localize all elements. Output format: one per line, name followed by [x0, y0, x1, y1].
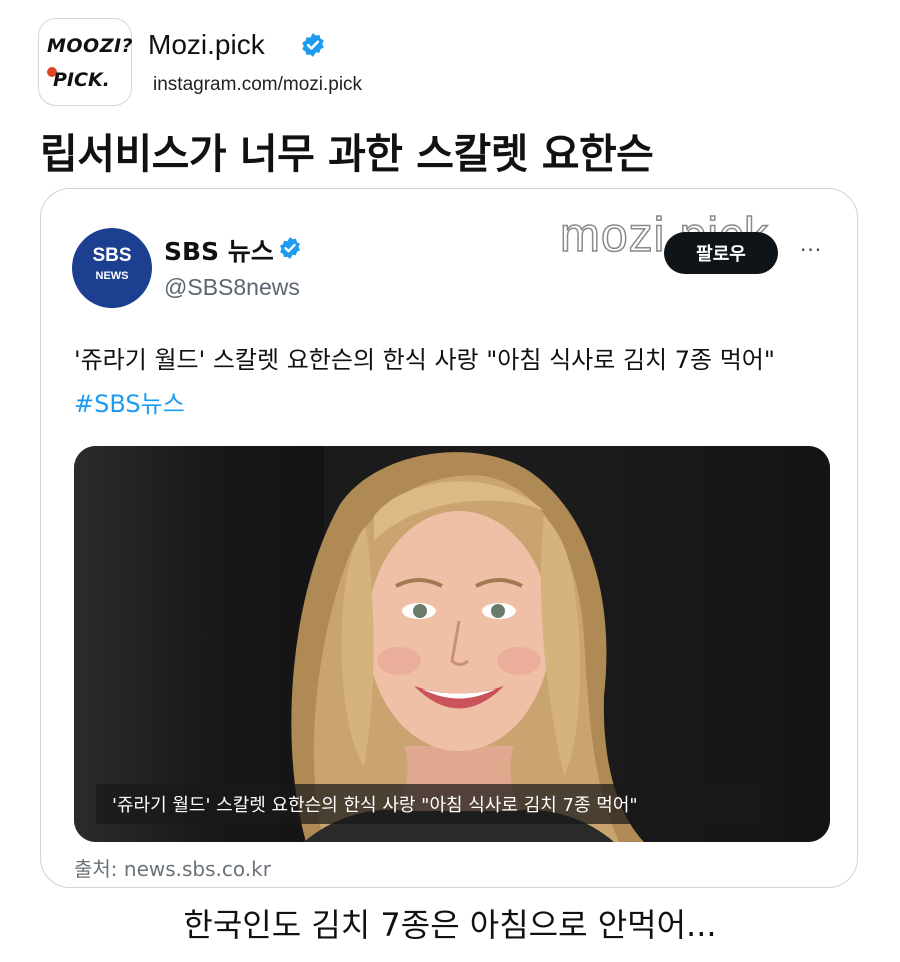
verified-badge-icon [280, 237, 300, 259]
tweet-author-handle[interactable]: @SBS8news [164, 274, 300, 301]
logo-text-bottom: PICK. [53, 69, 110, 91]
more-options-icon[interactable]: ··· [800, 238, 822, 262]
verified-badge-icon [302, 33, 324, 57]
portrait-illustration [291, 452, 644, 842]
account-url[interactable]: instagram.com/mozi.pick [153, 74, 362, 96]
tweet-photo[interactable] [74, 446, 830, 842]
tweet-body: '쥬라기 월드' 스칼렛 요한슨의 한식 사랑 "아침 식사로 김치 7종 먹어… [74, 346, 775, 374]
post-headline: 립서비스가 너무 과한 스칼렛 요한슨 [40, 130, 654, 178]
sbs-news-avatar[interactable]: SBS NEWS [72, 228, 152, 308]
source-link[interactable]: 출처: news.sbs.co.kr [74, 853, 271, 882]
tweet-text: '쥬라기 월드' 스칼렛 요한슨의 한식 사랑 "아침 식사로 김치 7종 먹어… [74, 338, 824, 426]
avatar-text-sbs: SBS [92, 245, 132, 266]
follow-button[interactable]: 팔로우 [664, 232, 778, 274]
account-name[interactable]: Mozi.pick [148, 29, 265, 61]
hashtag-link[interactable]: #SBS뉴스 [74, 390, 185, 418]
image-caption: '쥬라기 월드' 스칼렛 요한슨의 한식 사랑 "아침 식사로 김치 7종 먹어… [96, 784, 760, 824]
logo-text-top: MOOZI? [47, 35, 134, 57]
footer-comment: 한국인도 김치 7종은 아침으로 안먹어... [183, 906, 717, 944]
avatar-text-news: NEWS [95, 270, 129, 282]
tweet-author-name[interactable]: SBS 뉴스 [164, 232, 274, 268]
mozi-pick-logo[interactable]: MOOZI? PICK. [38, 18, 134, 106]
